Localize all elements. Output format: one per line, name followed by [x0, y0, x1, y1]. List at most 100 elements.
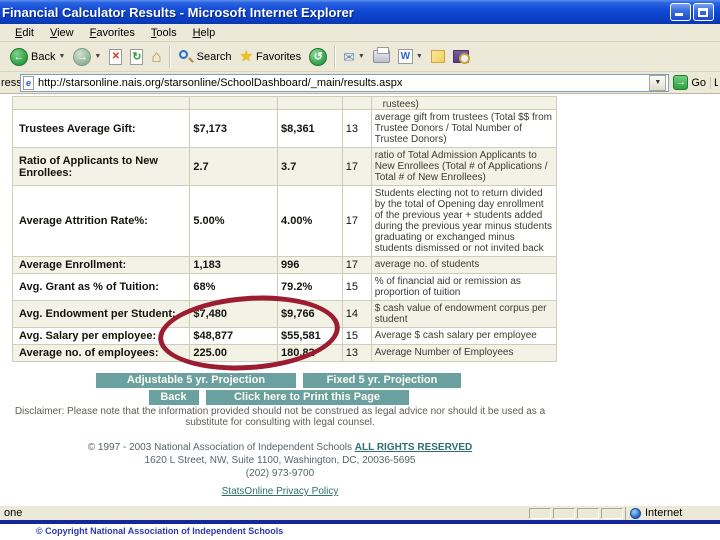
table-row: Avg. Salary per employee: $48,877 $55,58…	[13, 328, 556, 345]
metric-value-2: 79.2%	[278, 274, 343, 300]
discuss-button[interactable]	[427, 48, 449, 65]
minimize-icon	[675, 13, 683, 16]
metric-value-2: 996	[278, 257, 343, 273]
internet-globe-icon	[630, 507, 641, 519]
back-dropdown-icon[interactable]: ▼	[58, 53, 65, 60]
research-book-icon	[452, 50, 470, 64]
go-label: Go	[691, 76, 706, 89]
table-row: Average Attrition Rate%: 5.00% 4.00% 17 …	[13, 186, 556, 257]
metric-value-2: 4.00%	[278, 186, 343, 256]
metric-value-1: 225.00	[190, 345, 279, 361]
slide-footer: © Copyright National Association of Inde…	[0, 524, 720, 540]
metric-count: 17	[343, 186, 372, 256]
print-button[interactable]	[369, 47, 394, 65]
metric-description: Average Number of Employees	[374, 347, 514, 358]
maximize-button[interactable]	[693, 3, 714, 21]
zone-label: Internet	[645, 507, 683, 519]
metric-description: average gift from trustees (Total $$ fro…	[374, 112, 552, 145]
print-page-button[interactable]: Click here to Print this Page	[205, 390, 409, 405]
status-panel	[529, 507, 551, 519]
metric-label: Trustees Average Gift:	[13, 110, 191, 147]
metric-label: Ratio of Applicants to New Enrollees:	[13, 148, 191, 185]
metric-count: 17	[343, 148, 372, 185]
table-row: Average no. of employees: 225.00 180.82 …	[13, 345, 556, 362]
menu-item-help[interactable]: Help	[186, 26, 223, 40]
go-button[interactable]: → Go	[669, 75, 710, 90]
table-row: Average Enrollment: 1,183 996 17 average…	[13, 257, 556, 274]
metric-description: Students electing not to return divided …	[374, 188, 553, 254]
forward-dropdown-icon[interactable]: ▼	[94, 53, 101, 60]
menu-item-favorites[interactable]: Favorites	[83, 26, 142, 40]
metric-value-2: $55,581	[278, 328, 343, 344]
metric-value-1: 5.00%	[190, 186, 279, 256]
metric-value-2: $9,766	[278, 301, 343, 327]
maximize-icon	[698, 8, 708, 17]
menu-item-edit[interactable]: Edit	[8, 26, 41, 40]
search-button[interactable]: Search	[174, 47, 236, 67]
status-panel	[577, 507, 599, 519]
status-bar: one Internet	[0, 505, 720, 520]
word-icon: W	[397, 49, 413, 64]
menu-item-view[interactable]: View	[43, 26, 81, 40]
history-icon: ↺	[309, 47, 328, 66]
status-text: one	[4, 507, 23, 519]
status-panel	[553, 507, 575, 519]
links-label: L	[710, 76, 718, 89]
edit-with-word-button[interactable]: W ▼	[394, 47, 427, 66]
edit-dropdown-icon[interactable]: ▼	[416, 53, 423, 60]
metric-count: 13	[343, 345, 372, 361]
metric-label: Avg. Endowment per Student:	[13, 301, 191, 327]
adjustable-projection-button[interactable]: Adjustable 5 yr. Projection	[96, 373, 296, 388]
printer-icon	[372, 47, 390, 63]
status-panel	[601, 507, 623, 519]
mail-icon: ✉	[343, 48, 355, 65]
metric-value-2: 180.82	[278, 345, 343, 361]
forward-button[interactable]: → ▼	[69, 46, 105, 68]
fixed-projection-button[interactable]: Fixed 5 yr. Projection	[303, 373, 461, 388]
metric-count: 15	[343, 274, 372, 300]
refresh-button[interactable]	[126, 47, 147, 67]
all-rights-reserved-link[interactable]: ALL RIGHTS RESERVED	[355, 442, 472, 453]
minimize-button[interactable]	[670, 3, 691, 21]
metric-value-1: $7,480	[190, 301, 279, 327]
history-button[interactable]: ↺	[305, 46, 331, 68]
favorites-button[interactable]: ★ Favorites	[235, 47, 305, 66]
metric-count: 17	[343, 257, 372, 273]
mail-button[interactable]: ✉ ▼	[339, 48, 369, 66]
slide-background: Financial Calculator Results - Microsoft…	[0, 0, 720, 540]
back-label: Back	[31, 50, 56, 63]
table-row: Ratio of Applicants to New Enrollees: 2.…	[13, 148, 556, 186]
back-page-button[interactable]: Back	[148, 390, 199, 405]
metric-value-2: 3.7	[278, 148, 343, 185]
back-button[interactable]: ← Back ▼	[6, 46, 69, 68]
favorites-star-icon: ★	[239, 48, 253, 65]
metric-value-1: 68%	[190, 274, 279, 300]
metric-value-1: 1,183	[190, 257, 279, 273]
metric-count: 14	[343, 301, 372, 327]
search-label: Search	[196, 50, 232, 63]
discuss-note-icon	[430, 50, 445, 63]
address-input[interactable]: e http://starsonline.nais.org/starsonlin…	[20, 73, 670, 92]
metric-count: 13	[343, 110, 372, 147]
partial-description: rustees)	[382, 99, 419, 110]
disclaimer-text: Disclaimer: Please note that the informa…	[14, 406, 546, 428]
footer-address: 1620 L Street, NW, Suite 1100, Washingto…	[144, 455, 416, 466]
forward-icon: →	[73, 47, 92, 66]
metric-value-1: 2.7	[190, 148, 279, 185]
browser-window: Financial Calculator Results - Microsoft…	[0, 0, 720, 520]
stop-button[interactable]	[105, 47, 126, 67]
stop-icon	[109, 48, 123, 65]
address-dropdown-button[interactable]: ▼	[649, 74, 667, 91]
toolbar-separator	[334, 45, 337, 68]
metric-description: average no. of students	[374, 259, 480, 270]
window-title: Financial Calculator Results - Microsoft…	[2, 4, 354, 20]
home-button[interactable]: ⌂	[147, 47, 165, 67]
results-table: rustees) Trustees Average Gift: $7,173 $…	[12, 96, 557, 362]
metric-description: ratio of Total Admission Applicants to N…	[374, 150, 548, 183]
research-button[interactable]	[449, 48, 473, 65]
privacy-policy-link[interactable]: StatsOnline Privacy Policy	[222, 486, 339, 497]
address-url: http://starsonline.nais.org/starsonline/…	[38, 76, 403, 89]
menu-item-tools[interactable]: Tools	[144, 26, 184, 40]
mail-dropdown-icon[interactable]: ▼	[358, 53, 365, 60]
refresh-icon	[130, 48, 144, 65]
